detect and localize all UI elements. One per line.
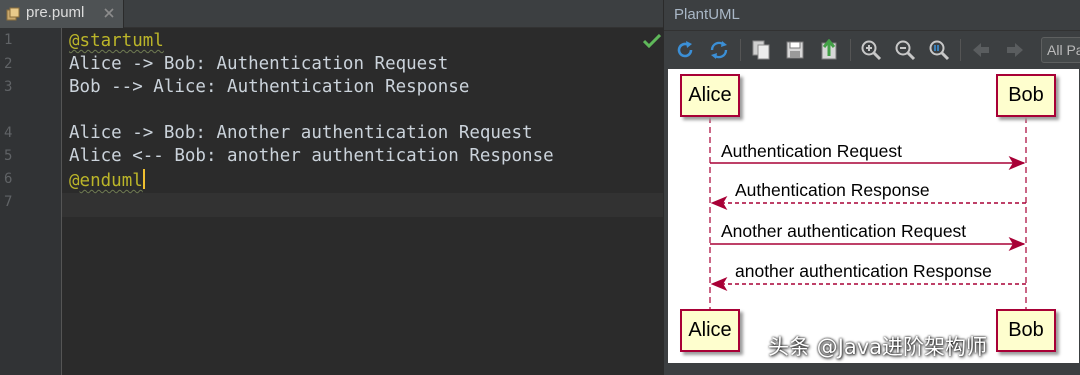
editor-tab-bar: pre.puml: [0, 0, 663, 28]
line-number: 5: [4, 148, 13, 164]
toolbar-separator: [960, 39, 961, 61]
participant-alice-top: Alice: [680, 74, 740, 117]
zoom-in-icon[interactable]: [860, 39, 882, 61]
at-symbol: @: [69, 171, 80, 191]
sequence-diagram-preview: Alice Bob Authentication Request Authent…: [668, 69, 1079, 363]
code-line-6[interactable]: Alice <-- Bob: another authentication Re…: [69, 146, 554, 166]
line-number: 1: [4, 32, 13, 48]
tab-pre-puml[interactable]: pre.puml: [0, 0, 124, 28]
zoom-out-icon[interactable]: [894, 39, 916, 61]
plantuml-tool-window: PlantUML All Pa Alice Bob Authentication…: [663, 0, 1080, 375]
message-label-2: Authentication Response: [735, 180, 930, 200]
message-label-4: another authentication Response: [735, 261, 992, 281]
refresh-icon[interactable]: [674, 39, 696, 61]
export-icon[interactable]: [818, 39, 840, 61]
puml-file-icon: [6, 7, 20, 21]
code-line-3[interactable]: Bob --> Alice: Authentication Response: [69, 77, 469, 97]
code-line-5[interactable]: Alice -> Bob: Another authentication Req…: [69, 123, 533, 143]
code-area[interactable]: @startuml Alice -> Bob: Authentication R…: [62, 28, 663, 375]
prev-page-icon[interactable]: [970, 39, 992, 61]
line-number: 3: [4, 79, 13, 95]
enduml-keyword: enduml: [79, 171, 143, 191]
startuml-keyword: @startuml: [69, 31, 164, 51]
toolbar-separator: [850, 39, 851, 61]
code-line-7[interactable]: @enduml: [69, 169, 145, 191]
tool-window-title: PlantUML: [674, 6, 740, 23]
next-page-icon[interactable]: [1004, 39, 1026, 61]
toolbar-separator: [740, 39, 741, 61]
code-line-2[interactable]: Alice -> Bob: Authentication Request: [69, 54, 448, 74]
current-line-highlight: [62, 193, 663, 217]
participant-bob-top: Bob: [996, 74, 1056, 117]
tool-window-header: PlantUML: [664, 0, 1080, 30]
line-number: 2: [4, 56, 13, 72]
participant-alice-bottom: Alice: [680, 309, 740, 352]
code-editor[interactable]: pre.puml 1 2 3 4 5 6 7 @startuml Alice -…: [0, 0, 663, 375]
close-icon[interactable]: [103, 7, 115, 19]
plantuml-toolbar: All Pages: [664, 30, 1080, 66]
line-number: 6: [4, 171, 13, 187]
code-line-1[interactable]: @startuml: [69, 31, 164, 51]
message-label-1: Authentication Request: [721, 141, 902, 161]
message-label-3: Another authentication Request: [721, 221, 967, 241]
sync-icon[interactable]: [708, 39, 730, 61]
watermark-text: 头条 @Java进阶架构师: [768, 335, 988, 359]
page-selector-dropdown[interactable]: All Pages: [1041, 37, 1080, 63]
copy-icon[interactable]: [750, 39, 772, 61]
checkmark-icon: [643, 34, 661, 48]
line-number: 4: [4, 125, 13, 141]
text-caret: [142, 169, 145, 189]
participant-bob-bottom: Bob: [996, 309, 1056, 352]
save-icon[interactable]: [784, 39, 806, 61]
line-number-gutter: 1 2 3 4 5 6 7: [0, 28, 62, 375]
zoom-actual-icon[interactable]: [928, 39, 950, 61]
tab-label: pre.puml: [26, 4, 85, 21]
line-number: 7: [4, 194, 13, 210]
page-selector-value: All Pages: [1047, 42, 1080, 58]
